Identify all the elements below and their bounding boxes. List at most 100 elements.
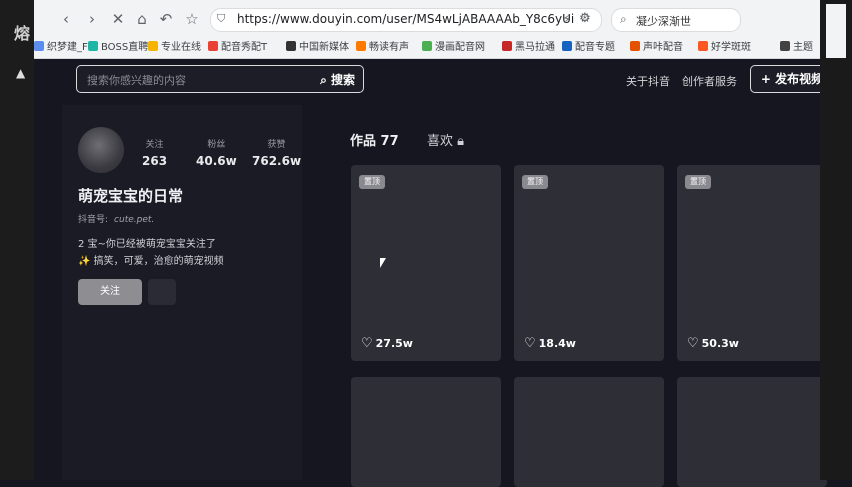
heart-icon: ♡ [687, 336, 699, 351]
profile-id: 抖音号: cute.pet. [78, 212, 154, 225]
window-title-glyph: 熔 [14, 24, 31, 43]
window-controls[interactable] [826, 4, 846, 58]
about-link[interactable]: 关于抖音 [626, 73, 670, 89]
tab-works[interactable]: 作品 77 [350, 130, 399, 149]
avatar[interactable] [78, 127, 124, 173]
stat-likes[interactable]: 获赞 762.6w [252, 137, 301, 168]
bookmark-favicon-icon [34, 41, 44, 51]
like-count: 18.4w [538, 337, 576, 350]
stat-label: 获赞 [267, 140, 286, 150]
bookmark-favicon-icon [562, 41, 572, 51]
video-card[interactable] [514, 377, 664, 487]
bookmark-item[interactable]: BOSS直聘 [88, 38, 148, 53]
bookmark-item[interactable]: 声咔配音 [630, 38, 683, 53]
bookmark-item[interactable]: 好学斑斑 [698, 38, 751, 53]
stat-value: 40.6w [196, 154, 237, 168]
bookmark-label: 中国新媒体 [299, 42, 349, 53]
bookmark-item[interactable]: 黑马拉通 [502, 38, 555, 53]
bookmark-label: 畅读有声 [369, 42, 409, 53]
tab-likes-label: 喜欢 [427, 134, 454, 149]
bookmark-item[interactable]: 中国新媒体 [286, 38, 349, 53]
extensions-icon[interactable]: ⚙ [579, 11, 591, 26]
more-options-button[interactable] [148, 279, 176, 305]
like-count: 27.5w [375, 337, 413, 350]
bookmark-label: BOSS直聘 [101, 42, 149, 53]
video-card[interactable] [351, 377, 501, 487]
tab-likes[interactable]: 喜欢 🔒︎ [427, 130, 464, 149]
bookmark-item[interactable]: 配音秀配T [208, 38, 267, 53]
stat-following[interactable]: 关注 263 [142, 137, 167, 168]
share-icon[interactable]: ⚡ [563, 12, 571, 26]
favorite-star-icon[interactable]: ☆ [182, 9, 202, 29]
stat-followers[interactable]: 粉丝 40.6w [196, 137, 237, 168]
bookmark-favicon-icon [502, 41, 512, 51]
address-url[interactable]: https://www.douyin.com/user/MS4wLjABAAAA… [237, 12, 574, 26]
stat-label: 粉丝 [207, 140, 226, 150]
bookmark-item[interactable]: 畅读有声 [356, 38, 409, 53]
stop-loading-icon[interactable]: ✕ [108, 9, 128, 29]
search-input[interactable]: 搜索你感兴趣的内容 [87, 72, 186, 88]
forward-icon[interactable]: › [82, 9, 102, 29]
undo-icon[interactable]: ↶ [156, 9, 176, 29]
browser-toolbar: ‹ › ✕ ⌂ ↶ ☆ ⛉ https://www.douyin.com/use… [34, 6, 820, 32]
search-button[interactable]: ⌕ 搜索 [320, 71, 355, 88]
video-likes: ♡ 18.4w [524, 336, 576, 351]
browser-chrome: ‹ › ✕ ⌂ ↶ ☆ ⛉ https://www.douyin.com/use… [0, 0, 852, 59]
bookmarks-bar: 织梦建_F BOSS直聘 专业在线 配音秀配T 中国新媒体 畅读有声 漫画配音网 黑马拉通 配音… [34, 35, 820, 55]
security-lock-icon[interactable]: ⛉ [217, 12, 225, 26]
bookmark-favicon-icon [208, 41, 218, 51]
bookmark-item[interactable]: 漫画配音网 [422, 38, 485, 53]
bookmark-item[interactable]: 织梦建_F [34, 38, 88, 53]
bookmark-favicon-icon [780, 41, 790, 51]
video-card[interactable] [677, 377, 827, 487]
bookmark-item[interactable]: 配音专题 [562, 38, 615, 53]
bookmark-item[interactable]: 专业在线 [148, 38, 201, 53]
home-icon[interactable]: ⌂ [132, 9, 152, 29]
bookmark-label: 黑马拉通 [515, 42, 555, 53]
video-card[interactable]: 置顶 ♡ 27.5w [351, 165, 501, 361]
bookmark-label: 漫画配音网 [435, 42, 485, 53]
bookmark-label: 配音专题 [575, 42, 615, 53]
search-button-label: 搜索 [330, 73, 355, 87]
bookmark-item[interactable]: 主题 [780, 38, 813, 53]
pointer-icon: ▲ [16, 66, 26, 80]
stat-label: 关注 [145, 140, 164, 150]
browser-search-box[interactable]: ⌕ 凝少深渐世 [611, 8, 741, 32]
follow-button[interactable]: 关注 [78, 279, 142, 305]
search-icon: ⌕ [620, 12, 627, 26]
video-card[interactable]: 置顶 ♡ 18.4w [514, 165, 664, 361]
bookmark-favicon-icon [148, 41, 158, 51]
creator-service-link[interactable]: 创作者服务 [682, 73, 737, 89]
video-likes: ♡ 27.5w [361, 336, 413, 351]
pinned-badge: 置顶 [522, 175, 548, 189]
bookmark-label: 织梦建_F [47, 42, 88, 53]
bookmark-label: 好学斑斑 [711, 42, 751, 53]
right-window-strip [820, 0, 852, 480]
left-window-strip: 熔 ▲ [0, 0, 34, 480]
bookmark-favicon-icon [630, 41, 640, 51]
stat-value: 762.6w [252, 154, 302, 168]
video-likes: ♡ 50.3w [687, 336, 739, 351]
video-card[interactable]: 置顶 ♡ 50.3w [677, 165, 827, 361]
site-search-bar[interactable]: 搜索你感兴趣的内容 ⌕ 搜索 [76, 65, 364, 93]
heart-icon: ♡ [524, 336, 536, 351]
lock-icon: 🔒︎ [457, 134, 465, 149]
profile-id-value: cute.pet. [114, 215, 155, 225]
bookmark-label: 专业在线 [161, 42, 201, 53]
back-icon[interactable]: ‹ [56, 9, 76, 29]
bookmark-favicon-icon [356, 41, 366, 51]
bookmark-favicon-icon [698, 41, 708, 51]
stat-value: 263 [142, 154, 168, 168]
like-count: 50.3w [701, 337, 739, 350]
pinned-badge: 置顶 [685, 175, 711, 189]
bookmark-label: 配音秀配T [221, 42, 268, 53]
bio-line: 2 宝~你已经被萌宠宝宝关注了 [78, 239, 216, 250]
profile-id-label: 抖音号: [78, 215, 109, 225]
bookmark-label: 主题 [793, 42, 813, 53]
mouse-cursor [380, 258, 386, 268]
pinned-badge: 置顶 [359, 175, 385, 189]
bookmark-favicon-icon [286, 41, 296, 51]
profile-panel: 关注 263 粉丝 40.6w 获赞 762.6w 萌宠宝宝的日常 抖音号: cu… [62, 105, 302, 480]
site-header: 搜索你感兴趣的内容 ⌕ 搜索 关于抖音 创作者服务 + 发布视频 [34, 59, 834, 99]
address-bar[interactable]: ⛉ https://www.douyin.com/user/MS4wLjABAA… [210, 8, 602, 32]
